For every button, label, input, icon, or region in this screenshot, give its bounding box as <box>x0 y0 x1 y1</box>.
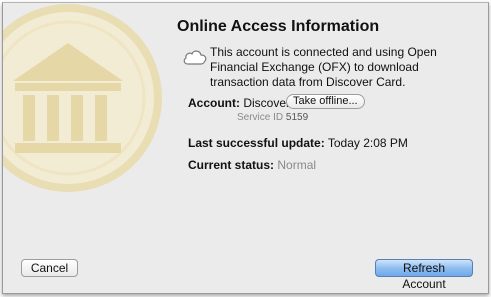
last-update-label: Last successful update: <box>188 136 325 150</box>
refresh-account-button[interactable]: Refresh Account <box>375 259 473 291</box>
status-value: Normal <box>277 158 317 172</box>
account-row: Account: Discover <box>188 96 290 110</box>
service-id-label: Service ID <box>237 112 284 123</box>
account-label: Account: <box>188 96 240 110</box>
online-access-dialog: Online Access Information This account i… <box>2 2 489 294</box>
service-id-value: 5159 <box>285 112 309 123</box>
service-id-row: Service ID 5159 <box>237 112 308 123</box>
status-row: Current status: Normal <box>188 158 316 172</box>
cancel-button[interactable]: Cancel <box>21 259 78 277</box>
bank-icon <box>3 4 162 192</box>
take-offline-button[interactable]: Take offline... <box>286 94 365 109</box>
cloud-icon <box>183 50 207 65</box>
account-name: Discover <box>243 96 291 110</box>
connection-description: This account is connected and using Open… <box>210 45 437 89</box>
status-label: Current status: <box>188 158 275 172</box>
last-update-value: Today 2:08 PM <box>327 136 408 150</box>
last-update-row: Last successful update: Today 2:08 PM <box>188 136 408 150</box>
dialog-title: Online Access Information <box>177 18 380 35</box>
